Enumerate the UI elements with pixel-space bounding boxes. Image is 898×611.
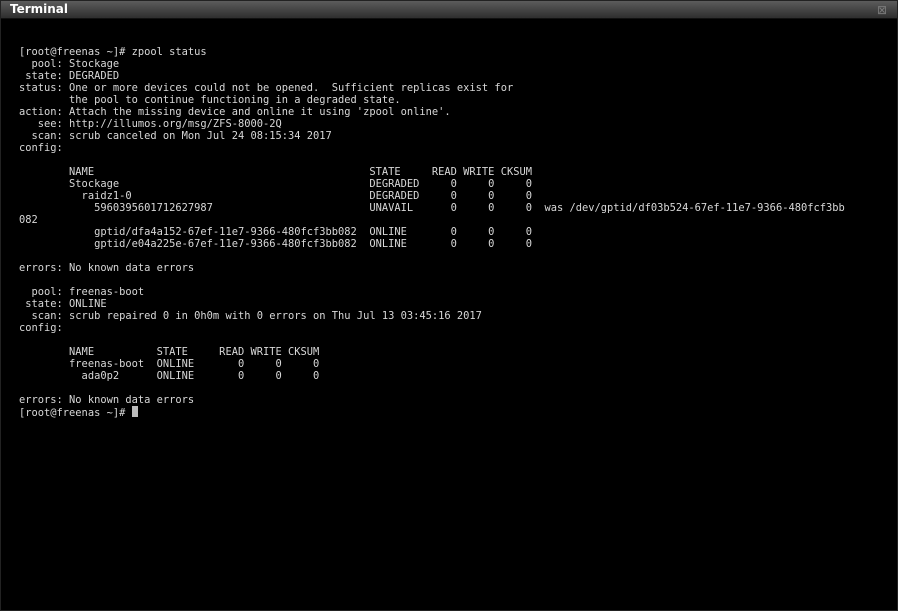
text-cursor	[131, 406, 138, 417]
terminal-line: gptid/dfa4a152-67ef-11e7-9366-480fcf3bb0…	[19, 226, 532, 238]
terminal-line: Stockage DEGRADED 0 0 0	[19, 178, 532, 190]
terminal-line: raidz1-0 DEGRADED 0 0 0	[19, 190, 532, 202]
terminal-line: pool: freenas-boot	[19, 286, 145, 298]
terminal-window: Terminal ⊠ [root@freenas ~]# zpool statu…	[0, 0, 898, 611]
terminal-line: action: Attach the missing device and on…	[19, 106, 451, 118]
terminal-line: [root@freenas ~]# zpool status	[19, 46, 207, 58]
terminal-line: scan: scrub repaired 0 in 0h0m with 0 er…	[19, 310, 482, 322]
terminal-line: NAME STATE READ WRITE CKSUM	[19, 346, 320, 358]
terminal-line: config:	[19, 142, 63, 154]
terminal-line: ada0p2 ONLINE 0 0 0	[19, 370, 320, 382]
close-icon[interactable]: ⊠	[875, 3, 889, 17]
terminal-line: pool: Stockage	[19, 58, 120, 70]
terminal-line: state: DEGRADED	[19, 70, 120, 82]
terminal-line: scan: scrub canceled on Mon Jul 24 08:15…	[19, 130, 332, 142]
terminal-line: state: ONLINE	[19, 298, 107, 310]
terminal-line: errors: No known data errors	[19, 394, 195, 406]
terminal-line: 082	[19, 214, 38, 226]
terminal-line: NAME STATE READ WRITE CKSUM	[19, 166, 532, 178]
terminal-line: gptid/e04a225e-67ef-11e7-9366-480fcf3bb0…	[19, 238, 532, 250]
terminal-line: the pool to continue functioning in a de…	[19, 94, 401, 106]
terminal-line: freenas-boot ONLINE 0 0 0	[19, 358, 320, 370]
title-bar[interactable]: Terminal ⊠	[1, 1, 897, 19]
prompt-line[interactable]: [root@freenas ~]#	[19, 406, 845, 419]
terminal-line: status: One or more devices could not be…	[19, 82, 514, 94]
window-title: Terminal	[10, 2, 69, 16]
terminal-line: errors: No known data errors	[19, 262, 195, 274]
terminal-line: config:	[19, 322, 63, 334]
shell-prompt: [root@freenas ~]#	[19, 407, 132, 419]
terminal-output[interactable]: [root@freenas ~]# zpool status pool: Sto…	[19, 46, 845, 419]
terminal-line: see: http://illumos.org/msg/ZFS-8000-2Q	[19, 118, 282, 130]
terminal-line: 596039560171262​7987 UNAVAIL 0 0 0 was /…	[19, 202, 845, 214]
